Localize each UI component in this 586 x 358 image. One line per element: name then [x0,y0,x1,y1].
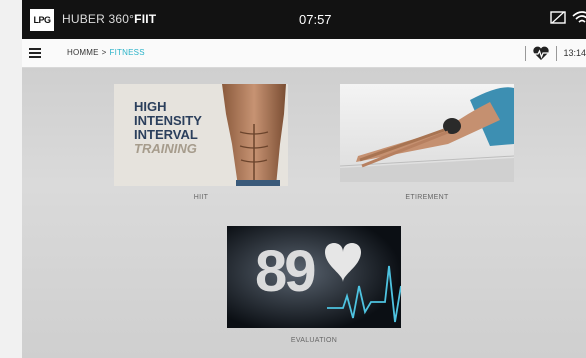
brand-prefix: HUBER 360° [62,12,135,26]
etirement-image [340,84,514,182]
wifi-icon [572,11,586,23]
tile-label-hiit: HIIT [193,194,209,201]
breadcrumb-current: FITNESS [109,48,145,57]
breadcrumb-home[interactable]: HOMME [67,48,99,57]
evaluation-image: 89 [227,226,401,328]
brand-name: HUBER 360°FIIT [62,12,156,26]
hamburger-menu-icon[interactable] [29,48,41,58]
left-frame-edge [0,0,22,358]
breadcrumb: HOMME > FITNESS [67,48,145,57]
top-status-bar: LPG HUBER 360°FIIT 07:57 [22,0,586,39]
lpg-logo: LPG [30,9,54,31]
nav-divider [556,45,558,61]
navigation-bar: HOMME > FITNESS 13:14 [22,39,586,68]
status-icons [550,10,586,26]
brand-suffix: FIIT [134,12,157,26]
hiit-image: HIGH INTENSITY INTERVAL TRAINING [114,84,288,186]
main-content: HIGH INTENSITY INTERVAL TRAINING HIIT ET… [22,68,586,358]
hiit-line: INTERVAL [134,127,198,142]
heart-rate-icon[interactable] [532,46,550,61]
breadcrumb-separator: > [101,48,107,57]
nav-right-group: 13:14 [519,45,586,61]
tile-etirement[interactable]: ETIREMENT [340,84,514,204]
nav-time: 13:14 [563,48,586,58]
hiit-image-text: HIGH INTENSITY INTERVAL TRAINING [134,100,202,156]
tile-label-evaluation: EVALUATION [290,337,338,344]
tile-label-etirement: ETIREMENT [405,194,449,201]
tile-evaluation[interactable]: 89 EVALUATION [227,226,401,346]
tile-hiit[interactable]: HIGH INTENSITY INTERVAL TRAINING HIIT [114,84,288,204]
nav-divider [525,45,527,61]
hiit-line: INTENSITY [134,113,202,128]
hiit-line: HIGH [134,99,167,114]
hiit-line: TRAINING [134,141,197,156]
evaluation-image-number: 89 [255,239,316,304]
cast-icon [550,11,566,24]
status-clock: 07:57 [299,12,332,27]
